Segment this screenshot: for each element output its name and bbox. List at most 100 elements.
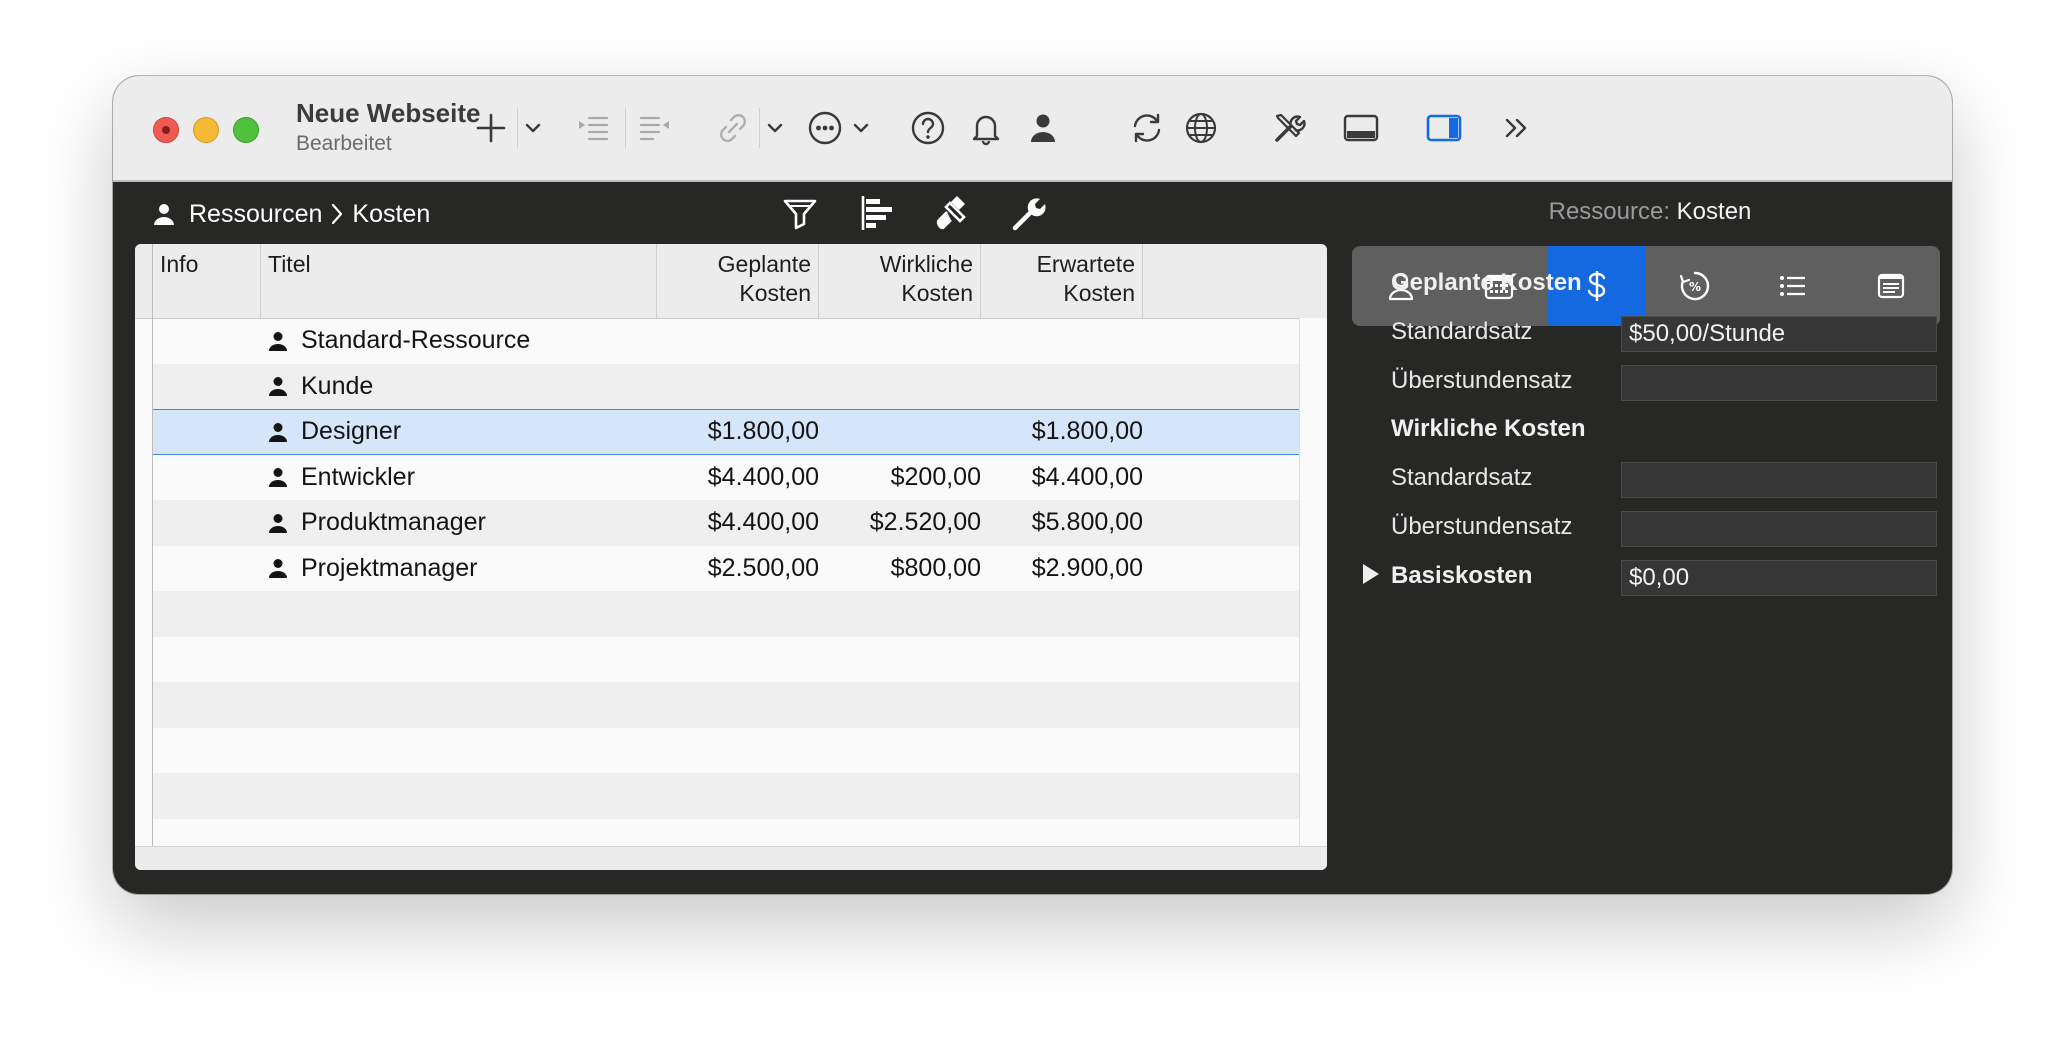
person-icon [269, 513, 287, 533]
planned-standard-rate-field[interactable]: $50,00/Stunde [1621, 316, 1937, 352]
planned-overtime-rate-label: Überstundensatz [1391, 367, 1573, 394]
empty-row [153, 637, 1299, 683]
sync-icon[interactable] [1125, 106, 1169, 150]
vertical-scrollbar[interactable] [1299, 318, 1327, 846]
actual-overtime-rate-field[interactable] [1621, 511, 1937, 547]
row-title: Standard-Ressource [301, 326, 531, 355]
chevron-down-icon[interactable] [763, 116, 787, 140]
row-actual-cost: $800,00 [890, 553, 981, 582]
table-header: Info Titel Geplante Kosten Wirkliche Kos… [135, 244, 1327, 319]
breadcrumb: Ressourcen Kosten [151, 194, 430, 234]
wrench-icon[interactable] [1007, 190, 1053, 236]
row-actual-cost [819, 364, 981, 410]
column-header-info[interactable]: Info [153, 244, 261, 318]
row-expected-cost: $1.800,00 [1031, 417, 1143, 446]
planned-standard-rate-label: Standardsatz [1391, 318, 1533, 345]
chevron-down-icon[interactable] [521, 116, 545, 140]
column-header-expected-cost[interactable]: Erwartete Kosten [981, 244, 1143, 318]
planned-cost-section-title: Geplante Kosten [1391, 269, 1582, 296]
column-header-actual-cost[interactable]: Wirkliche Kosten [819, 244, 981, 318]
bell-icon[interactable] [964, 106, 1008, 150]
person-icon [269, 331, 287, 351]
table-row-selected[interactable]: Designer $1.800,00 $1.800,00 [153, 409, 1299, 455]
inspector-title-value: Kosten [1676, 198, 1752, 225]
horizontal-scrollbar[interactable] [135, 846, 1327, 870]
inspector-title-label: Ressource: [1548, 198, 1670, 225]
row-title: Projektmanager [301, 553, 478, 582]
inspector-title: Ressource: Kosten [1346, 198, 1952, 226]
empty-row [153, 819, 1299, 847]
tab-progress[interactable]: % [1646, 246, 1744, 326]
add-icon[interactable] [469, 106, 513, 150]
list-icon [1780, 276, 1805, 296]
actual-cost-section-title: Wirkliche Kosten [1391, 415, 1586, 442]
table-row[interactable]: Kunde [153, 363, 1299, 410]
actual-standard-rate-label: Standardsatz [1391, 464, 1533, 491]
chevron-down-icon[interactable] [849, 116, 873, 140]
base-cost-field[interactable]: $0,00 [1621, 560, 1937, 596]
sidebar-icon[interactable] [1422, 106, 1466, 150]
person-icon[interactable] [1021, 106, 1065, 150]
row-expected-cost: $2.900,00 [1031, 553, 1143, 582]
link-icon[interactable] [711, 106, 755, 150]
outdent-icon[interactable] [633, 106, 677, 150]
row-actual-cost [819, 318, 981, 364]
tools-icon[interactable] [1267, 106, 1311, 150]
filter-icon[interactable] [777, 190, 823, 236]
row-expected-cost: $5.800,00 [1031, 508, 1143, 537]
person-icon [269, 559, 287, 579]
row-title: Entwickler [301, 462, 415, 491]
overflow-icon[interactable] [1495, 106, 1539, 150]
row-planned-cost: $4.400,00 [707, 508, 819, 537]
row-planned-cost: $1.800,00 [707, 417, 819, 446]
row-planned-cost [657, 318, 819, 364]
empty-row [153, 773, 1299, 819]
more-icon[interactable] [803, 106, 847, 150]
empty-row [153, 728, 1299, 774]
breadcrumb-root[interactable]: Ressourcen [189, 200, 322, 229]
person-icon [154, 204, 174, 225]
close-window-button[interactable] [153, 117, 179, 143]
base-cost-label: Basiskosten [1391, 562, 1533, 589]
table-row[interactable]: Projektmanager $2.500,00 $800,00 $2.900,… [153, 546, 1299, 592]
table-row[interactable]: Produktmanager $4.400,00 $2.520,00 $5.80… [153, 500, 1299, 546]
row-expected-cost: $4.400,00 [1031, 462, 1143, 491]
column-header-title[interactable]: Titel [261, 244, 657, 318]
person-icon [269, 468, 287, 488]
toolbar: Neue Webseite Bearbeitet [113, 76, 1952, 182]
empty-row [153, 682, 1299, 728]
row-title: Designer [301, 417, 402, 446]
table-row[interactable]: Standard-Ressource [153, 318, 1299, 364]
indent-icon[interactable] [571, 106, 615, 150]
breadcrumb-current[interactable]: Kosten [352, 200, 430, 229]
gantt-chart-icon[interactable] [855, 190, 901, 236]
style-brush-icon[interactable] [931, 190, 977, 236]
row-planned-cost: $4.400,00 [707, 462, 819, 491]
row-planned-cost [657, 364, 819, 410]
minimize-window-button[interactable] [193, 117, 219, 143]
row-planned-cost: $2.500,00 [707, 553, 819, 582]
bottom-panel-icon[interactable] [1339, 106, 1383, 150]
row-actual-cost: $2.520,00 [869, 508, 981, 537]
actual-standard-rate-field[interactable] [1621, 462, 1937, 498]
tab-list[interactable] [1744, 246, 1842, 326]
column-header-planned-cost[interactable]: Geplante Kosten [657, 244, 819, 318]
table-body: Standard-Ressource Kunde Designer $1.800… [153, 318, 1299, 846]
help-icon[interactable] [906, 106, 950, 150]
zoom-window-button[interactable] [233, 117, 259, 143]
table-row[interactable]: Entwickler $4.400,00 $200,00 $4.400,00 [153, 455, 1299, 501]
empty-row [153, 591, 1299, 637]
resource-cost-table: Info Titel Geplante Kosten Wirkliche Kos… [135, 244, 1327, 870]
globe-icon[interactable] [1179, 106, 1223, 150]
document-title: Neue Webseite [296, 98, 481, 128]
disclosure-triangle-icon[interactable] [1363, 564, 1379, 584]
person-icon [269, 377, 287, 397]
person-icon [269, 422, 287, 442]
chevron-right-icon [332, 203, 343, 225]
tab-notes[interactable] [1842, 246, 1940, 326]
planned-overtime-rate-field[interactable] [1621, 365, 1937, 401]
progress-percent-icon: % [1679, 271, 1710, 301]
actual-overtime-rate-label: Überstundensatz [1391, 513, 1573, 540]
svg-text:%: % [1689, 280, 1701, 294]
row-actual-cost [819, 410, 981, 454]
